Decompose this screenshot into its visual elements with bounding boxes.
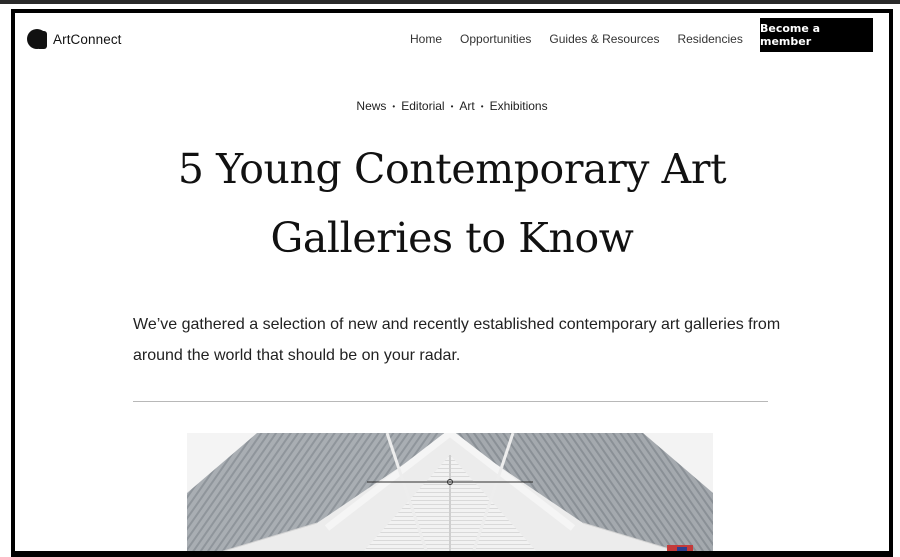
category-breadcrumb: News • Editorial • Art • Exhibitions [15, 99, 889, 113]
main-nav: Home Opportunities Guides & Resources Re… [410, 32, 774, 46]
article-title-line-2: Galleries to Know [270, 214, 634, 262]
category-exhibitions[interactable]: Exhibitions [490, 99, 548, 113]
brand-logo[interactable]: ArtConnect [27, 29, 122, 49]
category-editorial[interactable]: Editorial [401, 99, 444, 113]
browser-top-strip [0, 0, 900, 4]
category-news[interactable]: News [356, 99, 386, 113]
nav-item-guides-resources[interactable]: Guides & Resources [549, 32, 659, 46]
divider [133, 401, 768, 402]
artconnect-logo-icon [27, 29, 47, 49]
become-member-button[interactable]: Become a member [760, 18, 873, 52]
category-art[interactable]: Art [459, 99, 474, 113]
article-title-line-1: 5 Young Contemporary Art [177, 145, 727, 193]
category-separator: • [392, 102, 396, 111]
article-title: 5 Young Contemporary Art Galleries to Kn… [75, 135, 829, 273]
page-frame: ArtConnect Home Opportunities Guides & R… [11, 9, 893, 557]
site-header: ArtConnect Home Opportunities Guides & R… [15, 13, 889, 65]
nav-item-residencies[interactable]: Residencies [677, 32, 742, 46]
nav-item-opportunities[interactable]: Opportunities [460, 32, 531, 46]
category-separator: • [450, 102, 454, 111]
category-separator: • [480, 102, 484, 111]
hero-image-gallery-interior [187, 433, 713, 551]
nav-item-home[interactable]: Home [410, 32, 442, 46]
article-lede: We’ve gathered a selection of new and re… [133, 316, 781, 364]
brand-name: ArtConnect [53, 31, 122, 47]
